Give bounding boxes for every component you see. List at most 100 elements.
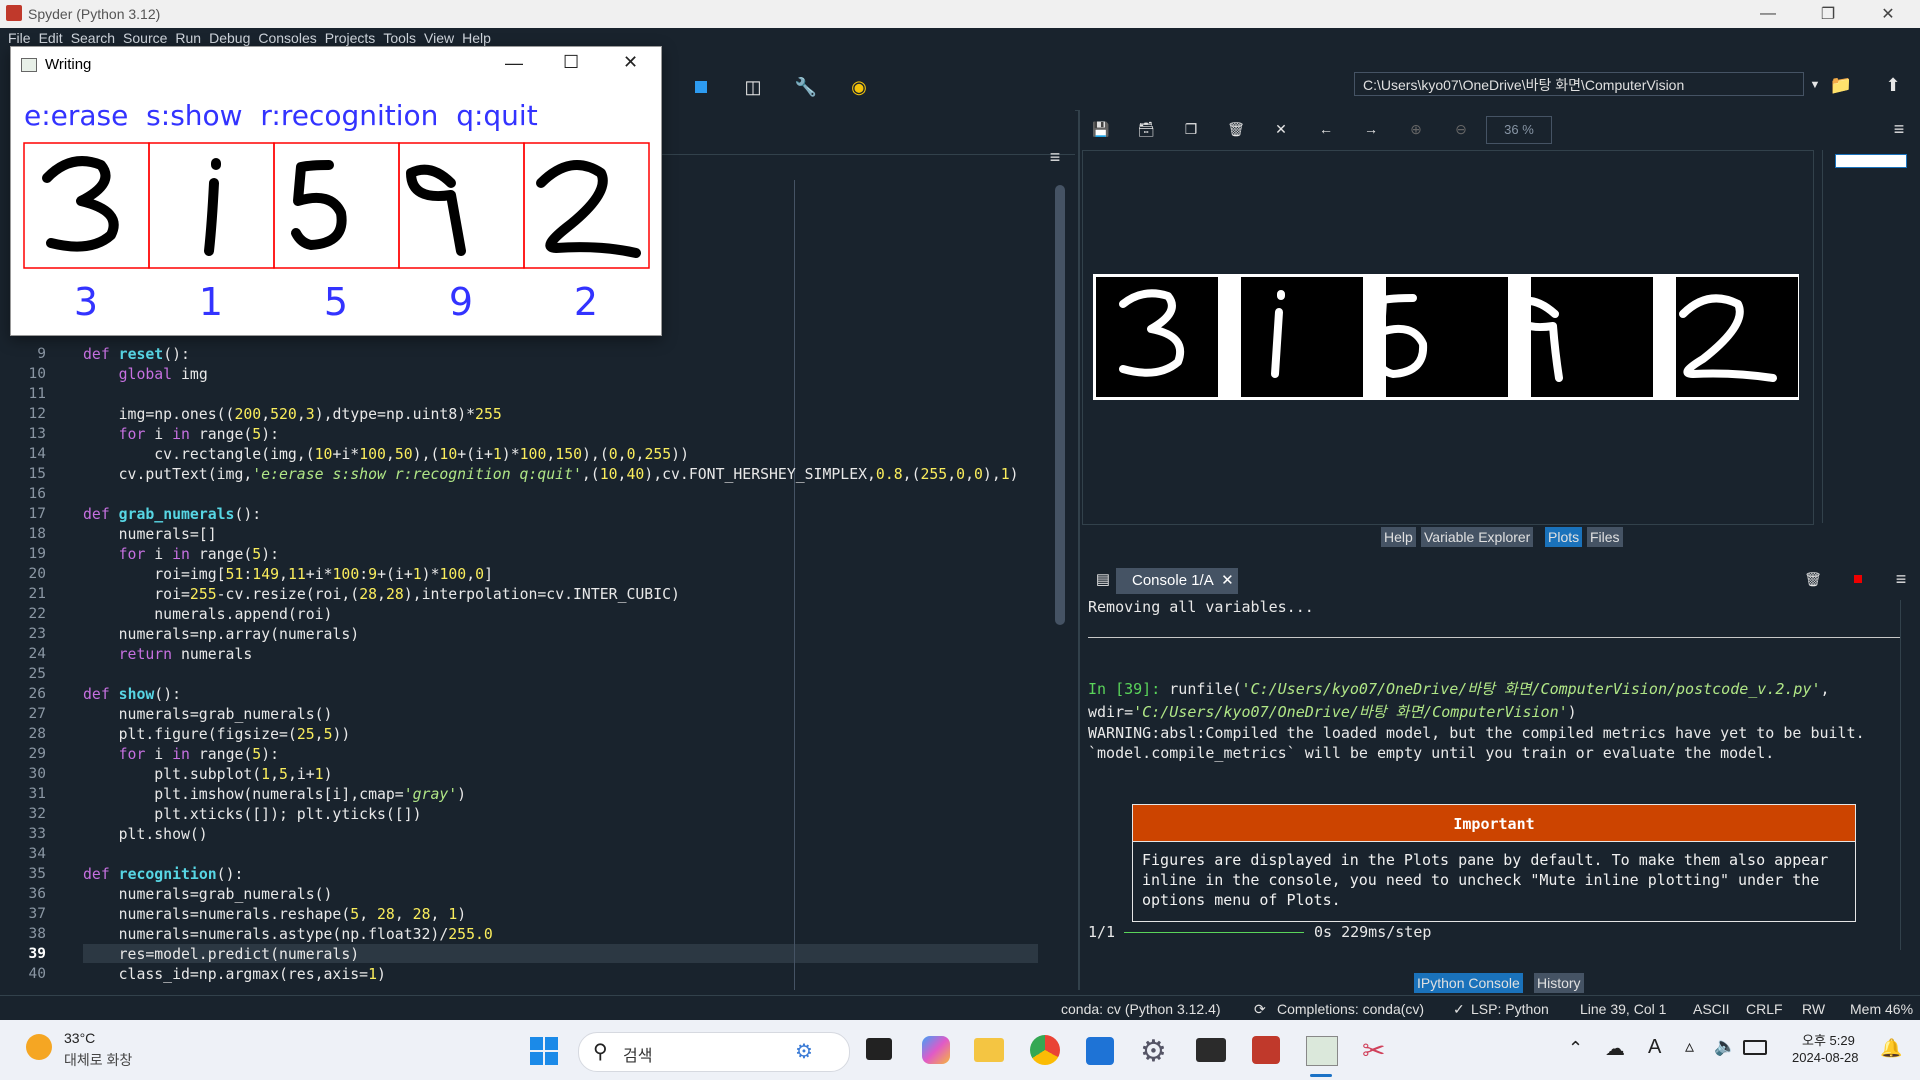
writing-window[interactable]: Writing — ☐ ✕ e:erase s:show r:recogniti… xyxy=(10,46,662,336)
code-line[interactable]: def grab_numerals(): xyxy=(83,506,261,523)
dropdown-chevron-icon[interactable]: ▼ xyxy=(1802,72,1828,98)
menu-item-tools[interactable]: Tools xyxy=(383,30,416,46)
code-line[interactable]: numerals=np.array(numerals) xyxy=(83,626,360,643)
code-line[interactable]: img=np.ones((200,520,3),dtype=np.uint8)*… xyxy=(83,406,502,423)
settings-icon[interactable]: ⚙ xyxy=(1140,1034,1167,1069)
console-scrollbar[interactable] xyxy=(1900,600,1911,950)
console-browse-tabs-icon[interactable]: ▤ xyxy=(1090,566,1116,592)
code-line[interactable]: plt.show() xyxy=(83,826,208,843)
code-line[interactable]: cv.putText(img,'e:erase s:show r:recogni… xyxy=(83,466,1019,483)
code-line[interactable]: cv.rectangle(img,(10+i*100,50),(10+(i+1)… xyxy=(83,446,689,463)
weather-temp[interactable]: 33°C xyxy=(64,1030,95,1046)
next-plot-icon[interactable]: → xyxy=(1358,116,1384,142)
console-tab[interactable]: Console 1/A ✕ xyxy=(1116,568,1238,594)
zoom-level[interactable]: 36 % xyxy=(1486,116,1552,144)
restore-icon[interactable]: ❐ xyxy=(1800,0,1856,28)
completions-status[interactable]: Completions: conda(cv) xyxy=(1277,1001,1424,1017)
code-line[interactable]: roi=img[51:149,11+i*100:9+(i+1)*100,0] xyxy=(83,566,493,583)
menu-item-view[interactable]: View xyxy=(424,30,454,46)
code-line[interactable]: numerals=numerals.reshape(5, 28, 28, 1) xyxy=(83,906,467,923)
menu-item-edit[interactable]: Edit xyxy=(39,30,63,46)
code-line[interactable]: global img xyxy=(83,366,208,383)
tab-history[interactable]: History xyxy=(1534,973,1584,993)
code-line[interactable]: numerals=grab_numerals() xyxy=(83,706,333,723)
menu-item-run[interactable]: Run xyxy=(175,30,201,46)
menu-item-debug[interactable]: Debug xyxy=(209,30,250,46)
browse-folder-icon[interactable]: 📁 xyxy=(1828,72,1854,98)
writing-taskbar-icon[interactable] xyxy=(1306,1036,1338,1066)
code-line[interactable]: def recognition(): xyxy=(83,866,243,883)
conda-env-status[interactable]: conda: cv (Python 3.12.4) xyxy=(1061,1001,1221,1017)
preferences-wrench-icon[interactable]: 🔧 xyxy=(793,74,819,100)
writing-maximize-icon[interactable]: ☐ xyxy=(563,52,579,73)
notification-bell-icon[interactable]: 🔔 xyxy=(1880,1038,1902,1059)
microsoft-store-icon[interactable] xyxy=(1086,1037,1114,1065)
tab-files[interactable]: Files xyxy=(1587,527,1623,547)
code-line[interactable]: res=model.predict(numerals) xyxy=(83,946,360,963)
code-line[interactable]: for i in range(5): xyxy=(83,746,279,763)
clock-time[interactable]: 오후 5:29 xyxy=(1802,1030,1855,1049)
code-line[interactable]: for i in range(5): xyxy=(83,546,279,563)
save-plot-icon[interactable]: 💾 xyxy=(1088,116,1114,142)
menu-item-source[interactable]: Source xyxy=(123,30,167,46)
code-line[interactable]: numerals=numerals.astype(np.float32)/255… xyxy=(83,926,493,943)
remove-all-plots-icon[interactable]: ✕ xyxy=(1268,116,1294,142)
wifi-icon[interactable]: ▵ xyxy=(1685,1036,1694,1057)
layout-icon[interactable]: ◫ xyxy=(740,74,766,100)
chrome-icon[interactable] xyxy=(1030,1035,1060,1065)
tab-ipython-console[interactable]: IPython Console xyxy=(1414,973,1523,993)
plot-thumbnail[interactable] xyxy=(1835,154,1907,168)
code-line[interactable]: plt.subplot(1,5,i+1) xyxy=(83,766,332,783)
code-line[interactable]: roi=255-cv.resize(roi,(28,28),interpolat… xyxy=(83,586,680,603)
parent-directory-icon[interactable]: ⬆ xyxy=(1880,72,1906,98)
clock-date[interactable]: 2024-08-28 xyxy=(1792,1050,1859,1065)
tab-plots[interactable]: Plots xyxy=(1545,527,1583,547)
working-directory-combobox[interactable]: C:\Users\kyo07\OneDrive\바탕 화면\ComputerVi… xyxy=(1354,72,1804,96)
code-line[interactable]: plt.figure(figsize=(25,5)) xyxy=(83,726,351,743)
close-icon[interactable]: ✕ xyxy=(1860,0,1916,28)
code-line[interactable]: for i in range(5): xyxy=(83,426,279,443)
remove-plot-icon[interactable]: 🗑 xyxy=(1223,116,1249,142)
tab-help[interactable]: Help xyxy=(1381,527,1416,547)
maximize-pane-icon[interactable] xyxy=(688,74,714,100)
code-line[interactable]: return numerals xyxy=(83,646,253,663)
plot-viewer[interactable] xyxy=(1082,150,1814,525)
code-line[interactable]: plt.xticks([]); plt.yticks([]) xyxy=(83,806,421,823)
terminal-icon[interactable] xyxy=(1196,1038,1226,1062)
code-line[interactable]: numerals=[] xyxy=(83,526,217,543)
editor-options-menu-icon[interactable]: ≡ xyxy=(1042,144,1068,170)
console-options-menu-icon[interactable]: ≡ xyxy=(1888,566,1914,592)
copilot-icon[interactable] xyxy=(922,1036,950,1064)
code-line[interactable]: def show(): xyxy=(83,686,181,703)
code-line[interactable]: numerals.append(roi) xyxy=(83,606,332,623)
battery-icon[interactable] xyxy=(1743,1040,1767,1055)
zoom-in-icon[interactable]: ⊕ xyxy=(1403,116,1429,142)
menu-item-consoles[interactable]: Consoles xyxy=(258,30,316,46)
code-line[interactable]: class_id=np.argmax(res,axis=1) xyxy=(83,966,386,983)
copy-plot-icon[interactable]: ❐ xyxy=(1178,116,1204,142)
writing-minimize-icon[interactable]: — xyxy=(505,53,523,74)
spyder-taskbar-icon[interactable] xyxy=(1252,1036,1280,1064)
lsp-status[interactable]: LSP: Python xyxy=(1471,1001,1549,1017)
tab-variable-explorer[interactable]: Variable Explorer xyxy=(1421,527,1534,547)
plots-options-menu-icon[interactable]: ≡ xyxy=(1886,116,1912,142)
minimize-icon[interactable]: — xyxy=(1740,0,1796,28)
menu-item-projects[interactable]: Projects xyxy=(325,30,376,46)
menu-item-file[interactable]: File xyxy=(8,30,31,46)
previous-plot-icon[interactable]: ← xyxy=(1313,116,1339,142)
show-hidden-icons-chevron-icon[interactable]: ⌃ xyxy=(1568,1038,1583,1059)
menu-item-search[interactable]: Search xyxy=(71,30,115,46)
close-tab-icon[interactable]: ✕ xyxy=(1221,572,1234,589)
weather-sun-icon[interactable] xyxy=(26,1034,52,1060)
file-explorer-icon[interactable] xyxy=(974,1038,1004,1062)
code-line[interactable]: def reset(): xyxy=(83,346,190,363)
code-line[interactable]: plt.imshow(numerals[i],cmap='gray') xyxy=(83,786,466,803)
writing-close-icon[interactable]: ✕ xyxy=(623,52,638,73)
save-all-plots-icon[interactable]: 🗃 xyxy=(1133,116,1159,142)
taskbar-search-box[interactable]: ⚲ 검색 ⚙ xyxy=(578,1032,850,1072)
clear-console-icon[interactable]: 🗑 xyxy=(1800,566,1826,592)
code-line[interactable]: numerals=grab_numerals() xyxy=(83,886,333,903)
windows-start-icon[interactable] xyxy=(530,1037,558,1065)
menu-item-help[interactable]: Help xyxy=(462,30,491,46)
interrupt-kernel-icon[interactable] xyxy=(1845,566,1871,592)
